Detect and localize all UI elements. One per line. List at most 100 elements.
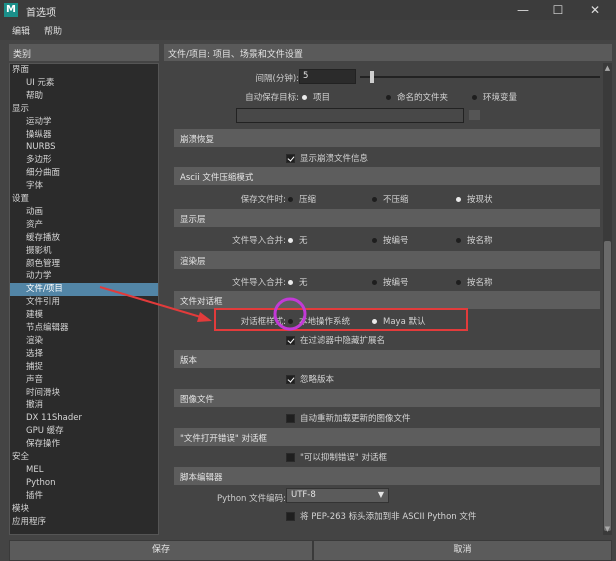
category-item[interactable]: 安全 [10, 451, 158, 464]
ascii-radio-nocompress[interactable]: 不压缩 [372, 193, 409, 205]
category-item[interactable]: Python [10, 477, 158, 490]
category-item[interactable]: 运动学 [10, 116, 158, 129]
category-item[interactable]: 建模 [10, 309, 158, 322]
section-crash-recovery[interactable]: 崩溃恢复 [174, 129, 600, 147]
autosave-radio-folder[interactable]: 命名的文件夹 [386, 91, 448, 103]
category-item[interactable]: 界面 [10, 64, 158, 77]
menu-edit[interactable]: 编辑 [12, 24, 30, 37]
display-merge-label: 文件导入合并: [232, 236, 286, 246]
radio-dot-icon [302, 95, 307, 100]
category-item[interactable]: GPU 缓存 [10, 425, 158, 438]
autosave-label: 自动保存目标: [245, 93, 299, 103]
checkbox-icon [286, 336, 295, 345]
category-list[interactable]: 界面 UI 元素 帮助 显示 运动学 操纵器 NURBS 多边形 细分曲面 字体 设置 动画 资产 缓存播… [9, 63, 159, 535]
autosave-folder-input[interactable] [236, 108, 464, 123]
save-button[interactable]: 保存 [9, 540, 313, 561]
category-item[interactable]: 撤消 [10, 399, 158, 412]
radio-dot-icon [472, 95, 477, 100]
display-radio-name[interactable]: 按名称 [456, 234, 493, 246]
suppress-error-checkbox[interactable]: "可以抑制错误" 对话框 [286, 451, 387, 463]
settings-panel: 间隔(分钟): 5 自动保存目标: 项目 命名的文件夹 环境变量 崩溃恢复 显示… [164, 63, 612, 535]
minimize-icon[interactable]: — [508, 1, 538, 19]
ascii-radio-compress[interactable]: 压缩 [288, 193, 316, 205]
category-item[interactable]: MEL [10, 464, 158, 477]
category-item[interactable]: 应用程序 [10, 516, 158, 529]
scroll-up-icon[interactable]: ▲ [603, 64, 612, 73]
scroll-down-icon[interactable]: ▼ [603, 525, 612, 534]
category-item[interactable]: 操纵器 [10, 129, 158, 142]
settings-scrollbar[interactable]: ▲ ▼ [603, 63, 612, 535]
category-item[interactable]: 渲染 [10, 335, 158, 348]
interval-slider-handle[interactable] [370, 71, 374, 83]
section-file-dialog[interactable]: 文件对话框 [174, 291, 600, 309]
render-radio-none[interactable]: 无 [288, 276, 308, 288]
radio-dot-icon [372, 280, 377, 285]
category-header: 类别 [9, 44, 159, 61]
crash-info-checkbox[interactable]: 显示崩溃文件信息 [286, 152, 368, 164]
pep263-checkbox[interactable]: 将 PEP-263 标头添加到非 ASCII Python 文件 [286, 510, 476, 522]
autosave-radio-project[interactable]: 项目 [302, 91, 330, 103]
category-item[interactable]: 保存操作 [10, 438, 158, 451]
menu-bar: 编辑 帮助 [0, 20, 616, 40]
category-item[interactable]: 摄影机 [10, 245, 158, 258]
category-item[interactable]: 字体 [10, 180, 158, 193]
category-item[interactable]: DX 11Shader [10, 412, 158, 425]
section-version[interactable]: 版本 [174, 350, 600, 368]
folder-icon[interactable] [469, 110, 480, 120]
category-item[interactable]: 文件引用 [10, 296, 158, 309]
category-item[interactable]: 捕捉 [10, 361, 158, 374]
category-item[interactable]: 帮助 [10, 90, 158, 103]
category-item[interactable]: 节点编辑器 [10, 322, 158, 335]
category-item[interactable]: UI 元素 [10, 77, 158, 90]
section-file-open-error[interactable]: "文件打开错误" 对话框 [174, 428, 600, 446]
radio-dot-icon [372, 197, 377, 202]
dialog-radio-native[interactable]: 本地操作系统 [288, 315, 350, 327]
title-bar: M 首选项 — ☐ ✕ [0, 0, 616, 20]
category-item[interactable]: 插件 [10, 490, 158, 503]
category-item[interactable]: 显示 [10, 103, 158, 116]
autosave-radio-env[interactable]: 环境变量 [472, 91, 517, 103]
section-display-layers[interactable]: 显示层 [174, 209, 600, 227]
section-ascii-compression[interactable]: Ascii 文件压缩模式 [174, 167, 600, 185]
interval-slider-track[interactable] [360, 76, 600, 78]
category-item[interactable]: 模块 [10, 503, 158, 516]
category-item[interactable]: 资产 [10, 219, 158, 232]
dialog-radio-maya[interactable]: Maya 默认 [372, 315, 425, 327]
category-item[interactable]: 设置 [10, 193, 158, 206]
dialog-style-label: 对话框样式: [240, 317, 286, 327]
close-icon[interactable]: ✕ [580, 1, 610, 19]
category-item[interactable]: 动画 [10, 206, 158, 219]
render-merge-label: 文件导入合并: [232, 278, 286, 288]
scrollbar-thumb[interactable] [604, 241, 611, 531]
category-item[interactable]: 声音 [10, 374, 158, 387]
category-item[interactable]: 文件/项目 [10, 283, 158, 297]
render-radio-number[interactable]: 按编号 [372, 276, 409, 288]
interval-input[interactable]: 5 [299, 69, 356, 84]
ascii-radio-asis[interactable]: 按现状 [456, 193, 493, 205]
radio-dot-icon [288, 197, 293, 202]
category-item[interactable]: 动力学 [10, 270, 158, 283]
render-radio-name[interactable]: 按名称 [456, 276, 493, 288]
window-title: 首选项 [26, 8, 56, 19]
category-item[interactable]: 选择 [10, 348, 158, 361]
category-item[interactable]: 颜色管理 [10, 258, 158, 271]
display-radio-number[interactable]: 按编号 [372, 234, 409, 246]
hide-extension-checkbox[interactable]: 在过滤器中隐藏扩展名 [286, 334, 385, 346]
maximize-icon[interactable]: ☐ [543, 1, 573, 19]
python-encoding-select[interactable]: UTF-8 ▼ [286, 488, 389, 503]
cancel-button[interactable]: 取消 [313, 540, 612, 561]
auto-reload-checkbox[interactable]: 自动重新加载更新的图像文件 [286, 412, 411, 424]
category-item[interactable]: NURBS [10, 141, 158, 154]
section-render-layers[interactable]: 渲染层 [174, 251, 600, 269]
category-item[interactable]: 细分曲面 [10, 167, 158, 180]
ignore-version-checkbox[interactable]: 忽略版本 [286, 373, 334, 385]
section-script-editor[interactable]: 脚本编辑器 [174, 467, 600, 485]
category-item[interactable]: 时间滑块 [10, 387, 158, 400]
category-item[interactable]: 缓存播放 [10, 232, 158, 245]
checkbox-icon [286, 453, 295, 462]
display-radio-none[interactable]: 无 [288, 234, 308, 246]
interval-label: 间隔(分钟): [255, 74, 300, 84]
section-image-files[interactable]: 图像文件 [174, 389, 600, 407]
category-item[interactable]: 多边形 [10, 154, 158, 167]
menu-help[interactable]: 帮助 [44, 24, 62, 37]
